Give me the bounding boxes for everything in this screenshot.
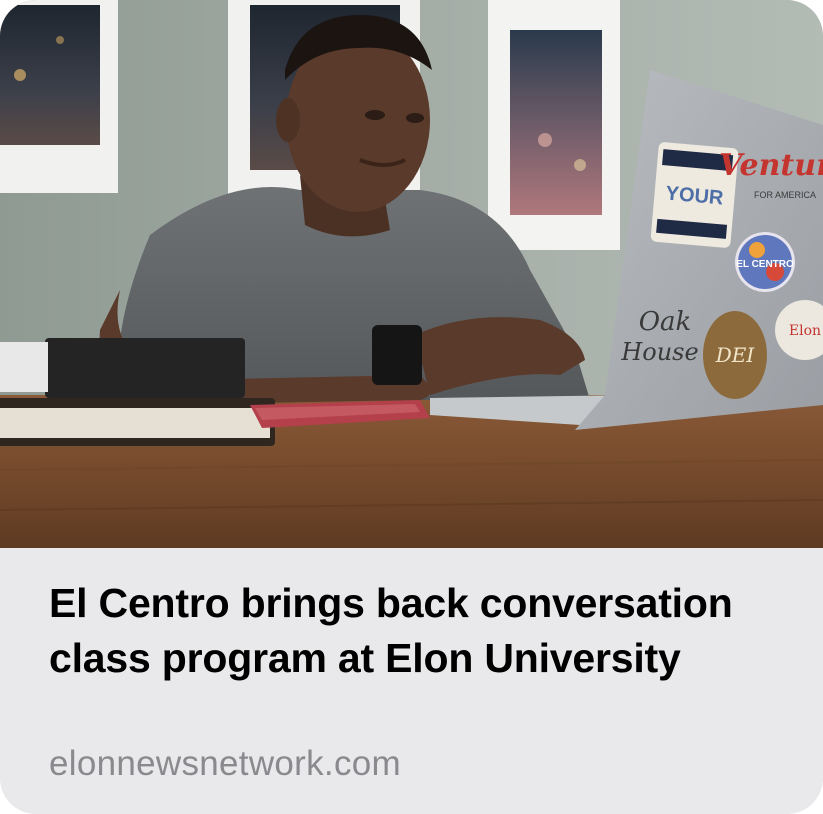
svg-text:Oak: Oak bbox=[639, 307, 692, 337]
svg-text:EL CENTRO: EL CENTRO bbox=[736, 259, 794, 270]
svg-text:FOR AMERICA: FOR AMERICA bbox=[754, 190, 816, 200]
svg-text:Venture: Venture bbox=[719, 148, 823, 183]
source-domain: elonnewsnetwork.com bbox=[49, 744, 401, 783]
preview-image[interactable]: YOUR Venture FOR AMERICA EL CENTRO Oak H… bbox=[0, 0, 823, 548]
framed-picture-right bbox=[488, 0, 620, 250]
framed-picture-left bbox=[0, 0, 118, 193]
svg-text:Elon: Elon bbox=[789, 323, 821, 339]
books bbox=[0, 338, 275, 446]
photo-illustration: YOUR Venture FOR AMERICA EL CENTRO Oak H… bbox=[0, 0, 823, 548]
link-preview-card[interactable]: YOUR Venture FOR AMERICA EL CENTRO Oak H… bbox=[0, 0, 823, 814]
svg-text:DEI: DEI bbox=[715, 343, 756, 367]
caption-area[interactable]: El Centro brings back conversation class… bbox=[0, 548, 823, 814]
sticker-dei: DEI bbox=[703, 311, 767, 399]
watch-icon bbox=[372, 325, 422, 385]
sticker-el-centro: EL CENTRO bbox=[735, 232, 795, 292]
article-headline[interactable]: El Centro brings back conversation class… bbox=[49, 576, 769, 686]
svg-text:House: House bbox=[620, 338, 698, 366]
